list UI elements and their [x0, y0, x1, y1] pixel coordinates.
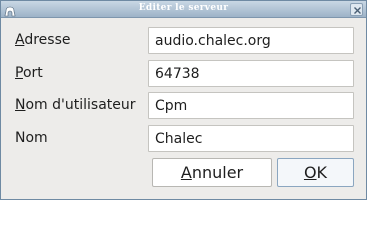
port-input[interactable]	[149, 61, 353, 86]
username-label-text: om d'utilisateur	[25, 97, 136, 113]
edit-server-dialog: Editer le serveur Adresse Port Nom d'uti…	[0, 0, 367, 200]
cancel-button-mnemonic: A	[180, 163, 192, 182]
username-input[interactable]	[149, 93, 353, 118]
name-input[interactable]	[149, 126, 353, 151]
close-button[interactable]	[350, 3, 363, 16]
address-field[interactable]	[148, 27, 354, 54]
port-field[interactable]	[148, 60, 354, 87]
ok-button-mnemonic: O	[303, 163, 317, 182]
cancel-button[interactable]: Annuler	[152, 158, 272, 187]
close-icon	[354, 7, 361, 14]
name-field[interactable]	[148, 125, 354, 152]
ok-button-label: K	[316, 163, 328, 182]
username-field[interactable]	[148, 92, 354, 119]
address-input[interactable]	[149, 28, 353, 53]
name-label: Nom	[15, 130, 48, 146]
ok-button[interactable]: OK	[277, 158, 354, 187]
username-label-mnemonic: N	[15, 97, 26, 113]
port-label: Port	[15, 65, 43, 81]
cancel-button-label: nnuler	[191, 163, 244, 182]
address-label-mnemonic: A	[15, 32, 25, 48]
port-label-mnemonic: P	[15, 65, 23, 81]
address-label: Adresse	[15, 32, 71, 48]
address-label-text: dresse	[24, 32, 71, 48]
title-bar[interactable]: Editer le serveur	[1, 1, 366, 18]
username-label: Nom d'utilisateur	[15, 97, 136, 113]
port-label-text: ort	[22, 65, 43, 81]
window-title: Editer le serveur	[138, 3, 229, 13]
name-label-text: Nom	[15, 130, 48, 146]
